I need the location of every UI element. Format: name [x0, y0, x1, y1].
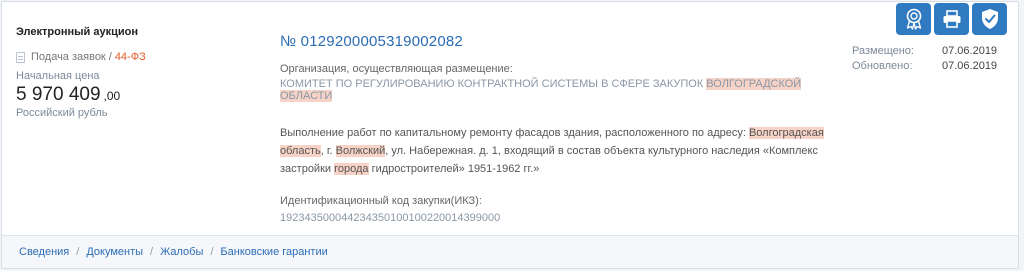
main-column: № 0129200005319002082 Организация, осуще… — [280, 33, 836, 224]
action-buttons — [896, 3, 1007, 35]
stage-label: Подача заявок — [31, 51, 106, 63]
price-cents: ,00 — [103, 89, 121, 103]
ikz-label: Идентификационный код закупки(ИКЗ): — [280, 195, 482, 207]
dates-block: Размещено: 07.06.2019 Обновлено: 07.06.2… — [852, 44, 997, 74]
card-footer-nav: Сведения / Документы / Жалобы / Банковск… — [2, 235, 1018, 268]
summary-column: Электронный аукцион Подача заявок / 44-Ф… — [16, 26, 266, 119]
description-highlight: города — [334, 163, 369, 175]
footer-link-documents[interactable]: Документы — [86, 246, 143, 258]
placed-label: Размещено: — [852, 45, 914, 57]
organization-name-part: КОМИТЕТ ПО РЕГУЛИРОВАНИЮ КОНТРАКТНОЙ СИС… — [280, 78, 707, 90]
stage-row: Подача заявок / 44-ФЗ — [16, 51, 266, 63]
purchase-description: Выполнение работ по капитальному ремонту… — [280, 124, 840, 178]
organization-label: Организация, осуществляющая размещение: — [280, 63, 513, 75]
description-highlight: Волжский — [335, 145, 386, 157]
description-part: Выполнение работ по капитальному ремонту… — [280, 127, 749, 139]
award-button[interactable] — [896, 3, 931, 35]
price-label: Начальная цена — [16, 70, 100, 82]
placed-row: Размещено: 07.06.2019 — [852, 44, 997, 59]
organization-name-highlight: ОБЛАСТИ — [280, 90, 333, 102]
footer-link-info[interactable]: Сведения — [19, 246, 69, 258]
price-value: 5 970 409,00 — [16, 84, 266, 106]
updated-date: 07.06.2019 — [942, 60, 998, 72]
currency: Российский рубль — [16, 107, 108, 119]
footer-separator: / — [76, 246, 80, 258]
description-part: гидростроителей» 1951-1962 гг.» — [368, 163, 540, 175]
shield-button[interactable] — [972, 3, 1007, 35]
purchase-card: Электронный аукцион Подача заявок / 44-Ф… — [1, 1, 1019, 269]
printer-icon — [943, 10, 960, 28]
purchase-number-link[interactable]: № 0129200005319002082 — [280, 33, 836, 50]
price-main: 5 970 409 — [16, 84, 101, 105]
footer-link-bank-guarantees[interactable]: Банковские гарантии — [220, 246, 327, 258]
footer-separator: / — [150, 246, 154, 258]
procedure-type: Электронный аукцион — [16, 26, 138, 38]
law-badge: 44-ФЗ — [114, 51, 146, 63]
footer-separator: / — [210, 246, 214, 258]
award-icon — [906, 8, 921, 30]
stage-separator: / — [108, 51, 112, 63]
updated-label: Обновлено: — [852, 60, 913, 72]
description-part: , г. — [320, 145, 336, 157]
ikz-value: 192343500044234350100100220014399000 — [280, 212, 501, 224]
footer-link-complaints[interactable]: Жалобы — [160, 246, 203, 258]
updated-row: Обновлено: 07.06.2019 — [852, 59, 997, 74]
print-button[interactable] — [934, 3, 969, 35]
organization-name-highlight: ВОЛГОГРАДСКОЙ — [706, 78, 802, 90]
placed-date: 07.06.2019 — [942, 45, 998, 57]
organization-name[interactable]: КОМИТЕТ ПО РЕГУЛИРОВАНИЮ КОНТРАКТНОЙ СИС… — [280, 78, 836, 102]
document-icon — [16, 51, 25, 63]
shield-check-icon — [981, 9, 998, 29]
